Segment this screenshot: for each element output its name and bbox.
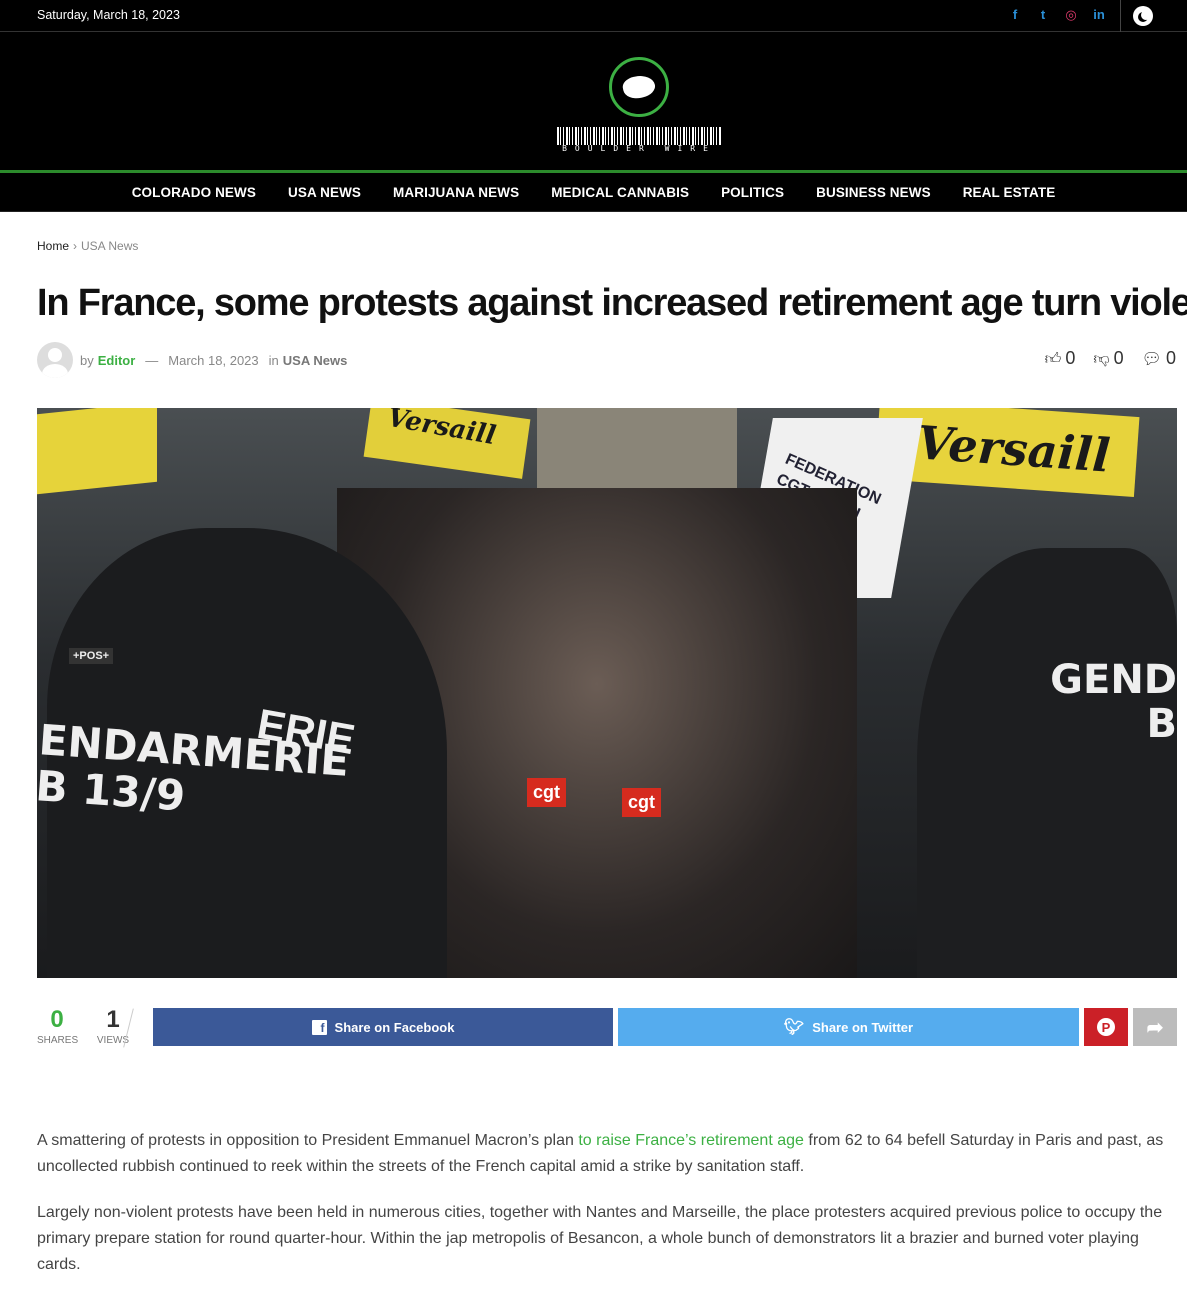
breadcrumb-home[interactable]: Home [37, 239, 69, 253]
shares-label: SHARES [37, 1035, 79, 1046]
thumbs-down-icon: 👎︎ [1093, 351, 1110, 368]
pinterest-icon: P [1097, 1018, 1115, 1036]
shares-count: 0 SHARES [37, 1006, 79, 1046]
twitter-icon: 🐦︎ [783, 1019, 805, 1036]
nav-item-colorado-news[interactable]: COLORADO NEWS [132, 185, 256, 200]
social-links: f t ◎ in [1007, 7, 1107, 23]
category-link[interactable]: USA News [283, 353, 348, 368]
author-link[interactable]: Editor [98, 353, 136, 368]
nav-item-marijuana-news[interactable]: MARIJUANA NEWS [393, 185, 519, 200]
share-twitter-label: Share on Twitter [812, 1019, 914, 1035]
nav-item-business-news[interactable]: BUSINESS NEWS [816, 185, 931, 200]
like-count: 0 [1065, 348, 1076, 368]
breadcrumb: Home › USA News [37, 239, 138, 253]
comment-icon: 💬︎ [1141, 351, 1162, 368]
article-paragraph: Largely non-violent protests have been h… [37, 1204, 1163, 1273]
author-avatar[interactable] [37, 342, 73, 378]
current-date: Saturday, March 18, 2023 [37, 8, 180, 22]
topbar-divider [1120, 0, 1121, 32]
site-header: BOULDER WIRE [0, 32, 1187, 173]
article-title: In France, some protests against increas… [37, 282, 1187, 324]
retirement-age-link[interactable]: to raise France’s retirement age [578, 1132, 804, 1149]
comment-count: 0 [1165, 348, 1176, 368]
like-button[interactable]: 👍︎ 0 [1045, 348, 1076, 369]
twitter-icon[interactable]: t [1035, 7, 1051, 23]
by-label: by [80, 352, 94, 368]
dislike-button[interactable]: 👎︎ 0 [1093, 348, 1123, 369]
article-body: A smattering of protests in opposition t… [37, 1128, 1167, 1298]
cgt-badge: cgt [527, 778, 566, 807]
nav-item-real-estate[interactable]: REAL ESTATE [963, 185, 1056, 200]
barcode-logo [557, 127, 721, 145]
yellow-banner [37, 408, 157, 495]
instagram-icon[interactable]: ◎ [1063, 7, 1079, 23]
views-label: VIEWS [96, 1035, 130, 1046]
rock-icon [621, 72, 657, 102]
logo-text: BOULDER WIRE [562, 144, 716, 153]
gendarme-right [917, 548, 1177, 978]
share-facebook-button[interactable]: f Share on Facebook [153, 1008, 613, 1046]
paragraph-text: A smattering of protests in opposition t… [37, 1132, 579, 1149]
main-nav: COLORADO NEWS USA NEWS MARIJUANA NEWS ME… [0, 173, 1187, 212]
comments-button[interactable]: 💬︎ 0 [1142, 348, 1176, 369]
top-bar: Saturday, March 18, 2023 f t ◎ in [0, 0, 1187, 32]
article-paragraph: A smattering of protests in opposition t… [37, 1128, 1167, 1180]
nav-item-usa-news[interactable]: USA NEWS [288, 185, 361, 200]
article-meta: by Editor — March 18, 2023 in USA News [37, 342, 347, 378]
facebook-icon: f [311, 1019, 327, 1035]
linkedin-icon[interactable]: in [1091, 7, 1107, 23]
facebook-icon[interactable]: f [1007, 7, 1023, 23]
thumbs-up-icon: 👍︎ [1044, 351, 1062, 368]
breadcrumb-current[interactable]: USA News [81, 239, 138, 253]
share-facebook-label: Share on Facebook [334, 1019, 455, 1035]
share-more-button[interactable]: ➦ [1133, 1008, 1177, 1046]
in-label: in [268, 352, 279, 368]
publish-date: March 18, 2023 [168, 352, 259, 368]
pos-tag: +POS+ [69, 648, 114, 664]
moon-icon[interactable] [1133, 6, 1153, 26]
gendarmerie-label-right: GEND B [1050, 657, 1177, 747]
share-twitter-button[interactable]: 🐦︎ Share on Twitter [618, 1008, 1079, 1046]
shares-number: 0 [50, 1006, 64, 1033]
share-pinterest-button[interactable]: P [1084, 1008, 1128, 1046]
share-bar: 0 SHARES 1 VIEWS f Share on Facebook 🐦︎ … [37, 1006, 1177, 1048]
breadcrumb-separator: › [73, 239, 78, 253]
share-counts: 0 SHARES 1 VIEWS [37, 1006, 133, 1046]
meta-dash: — [145, 352, 159, 368]
dislike-count: 0 [1113, 348, 1124, 368]
reactions: 👍︎ 0 👎︎ 0 💬︎ 0 [1045, 348, 1176, 369]
featured-image: Versaill Versaill FEDERATION CGT CHEMI +… [37, 408, 1177, 978]
nav-item-medical-cannabis[interactable]: MEDICAL CANNABIS [551, 185, 689, 200]
nav-item-politics[interactable]: POLITICS [721, 185, 784, 200]
views-count: 1 VIEWS [93, 1006, 133, 1046]
site-logo[interactable] [609, 57, 669, 117]
cgt-badge: cgt [622, 788, 661, 817]
share-arrow-icon: ➦ [1146, 1016, 1164, 1039]
